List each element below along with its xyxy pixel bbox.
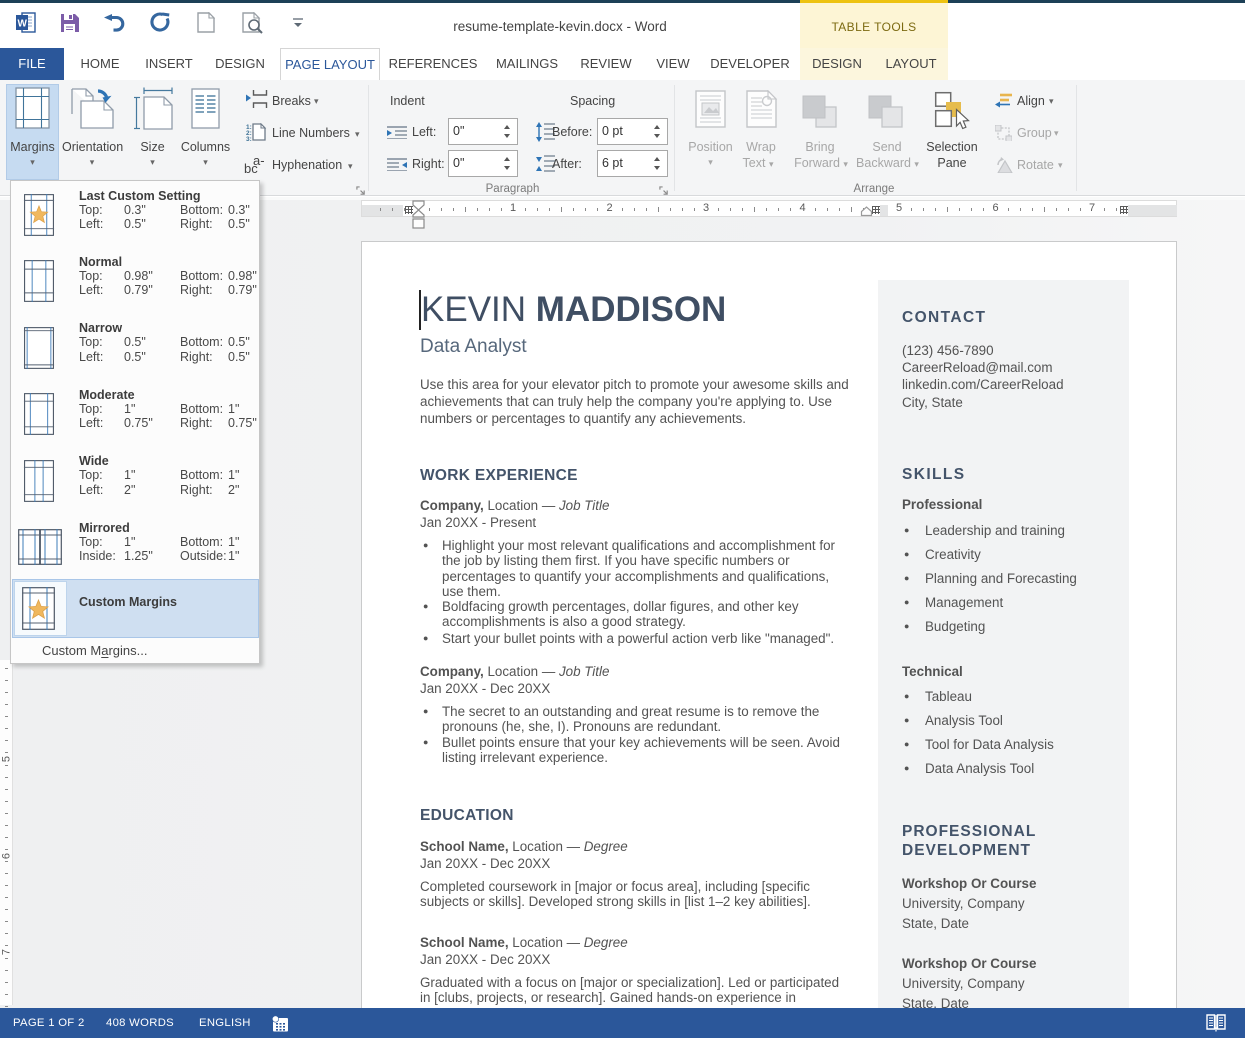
svg-text:W: W (18, 19, 28, 30)
svg-text:a-: a- (253, 155, 265, 168)
svg-text:3:: 3: (246, 136, 252, 141)
